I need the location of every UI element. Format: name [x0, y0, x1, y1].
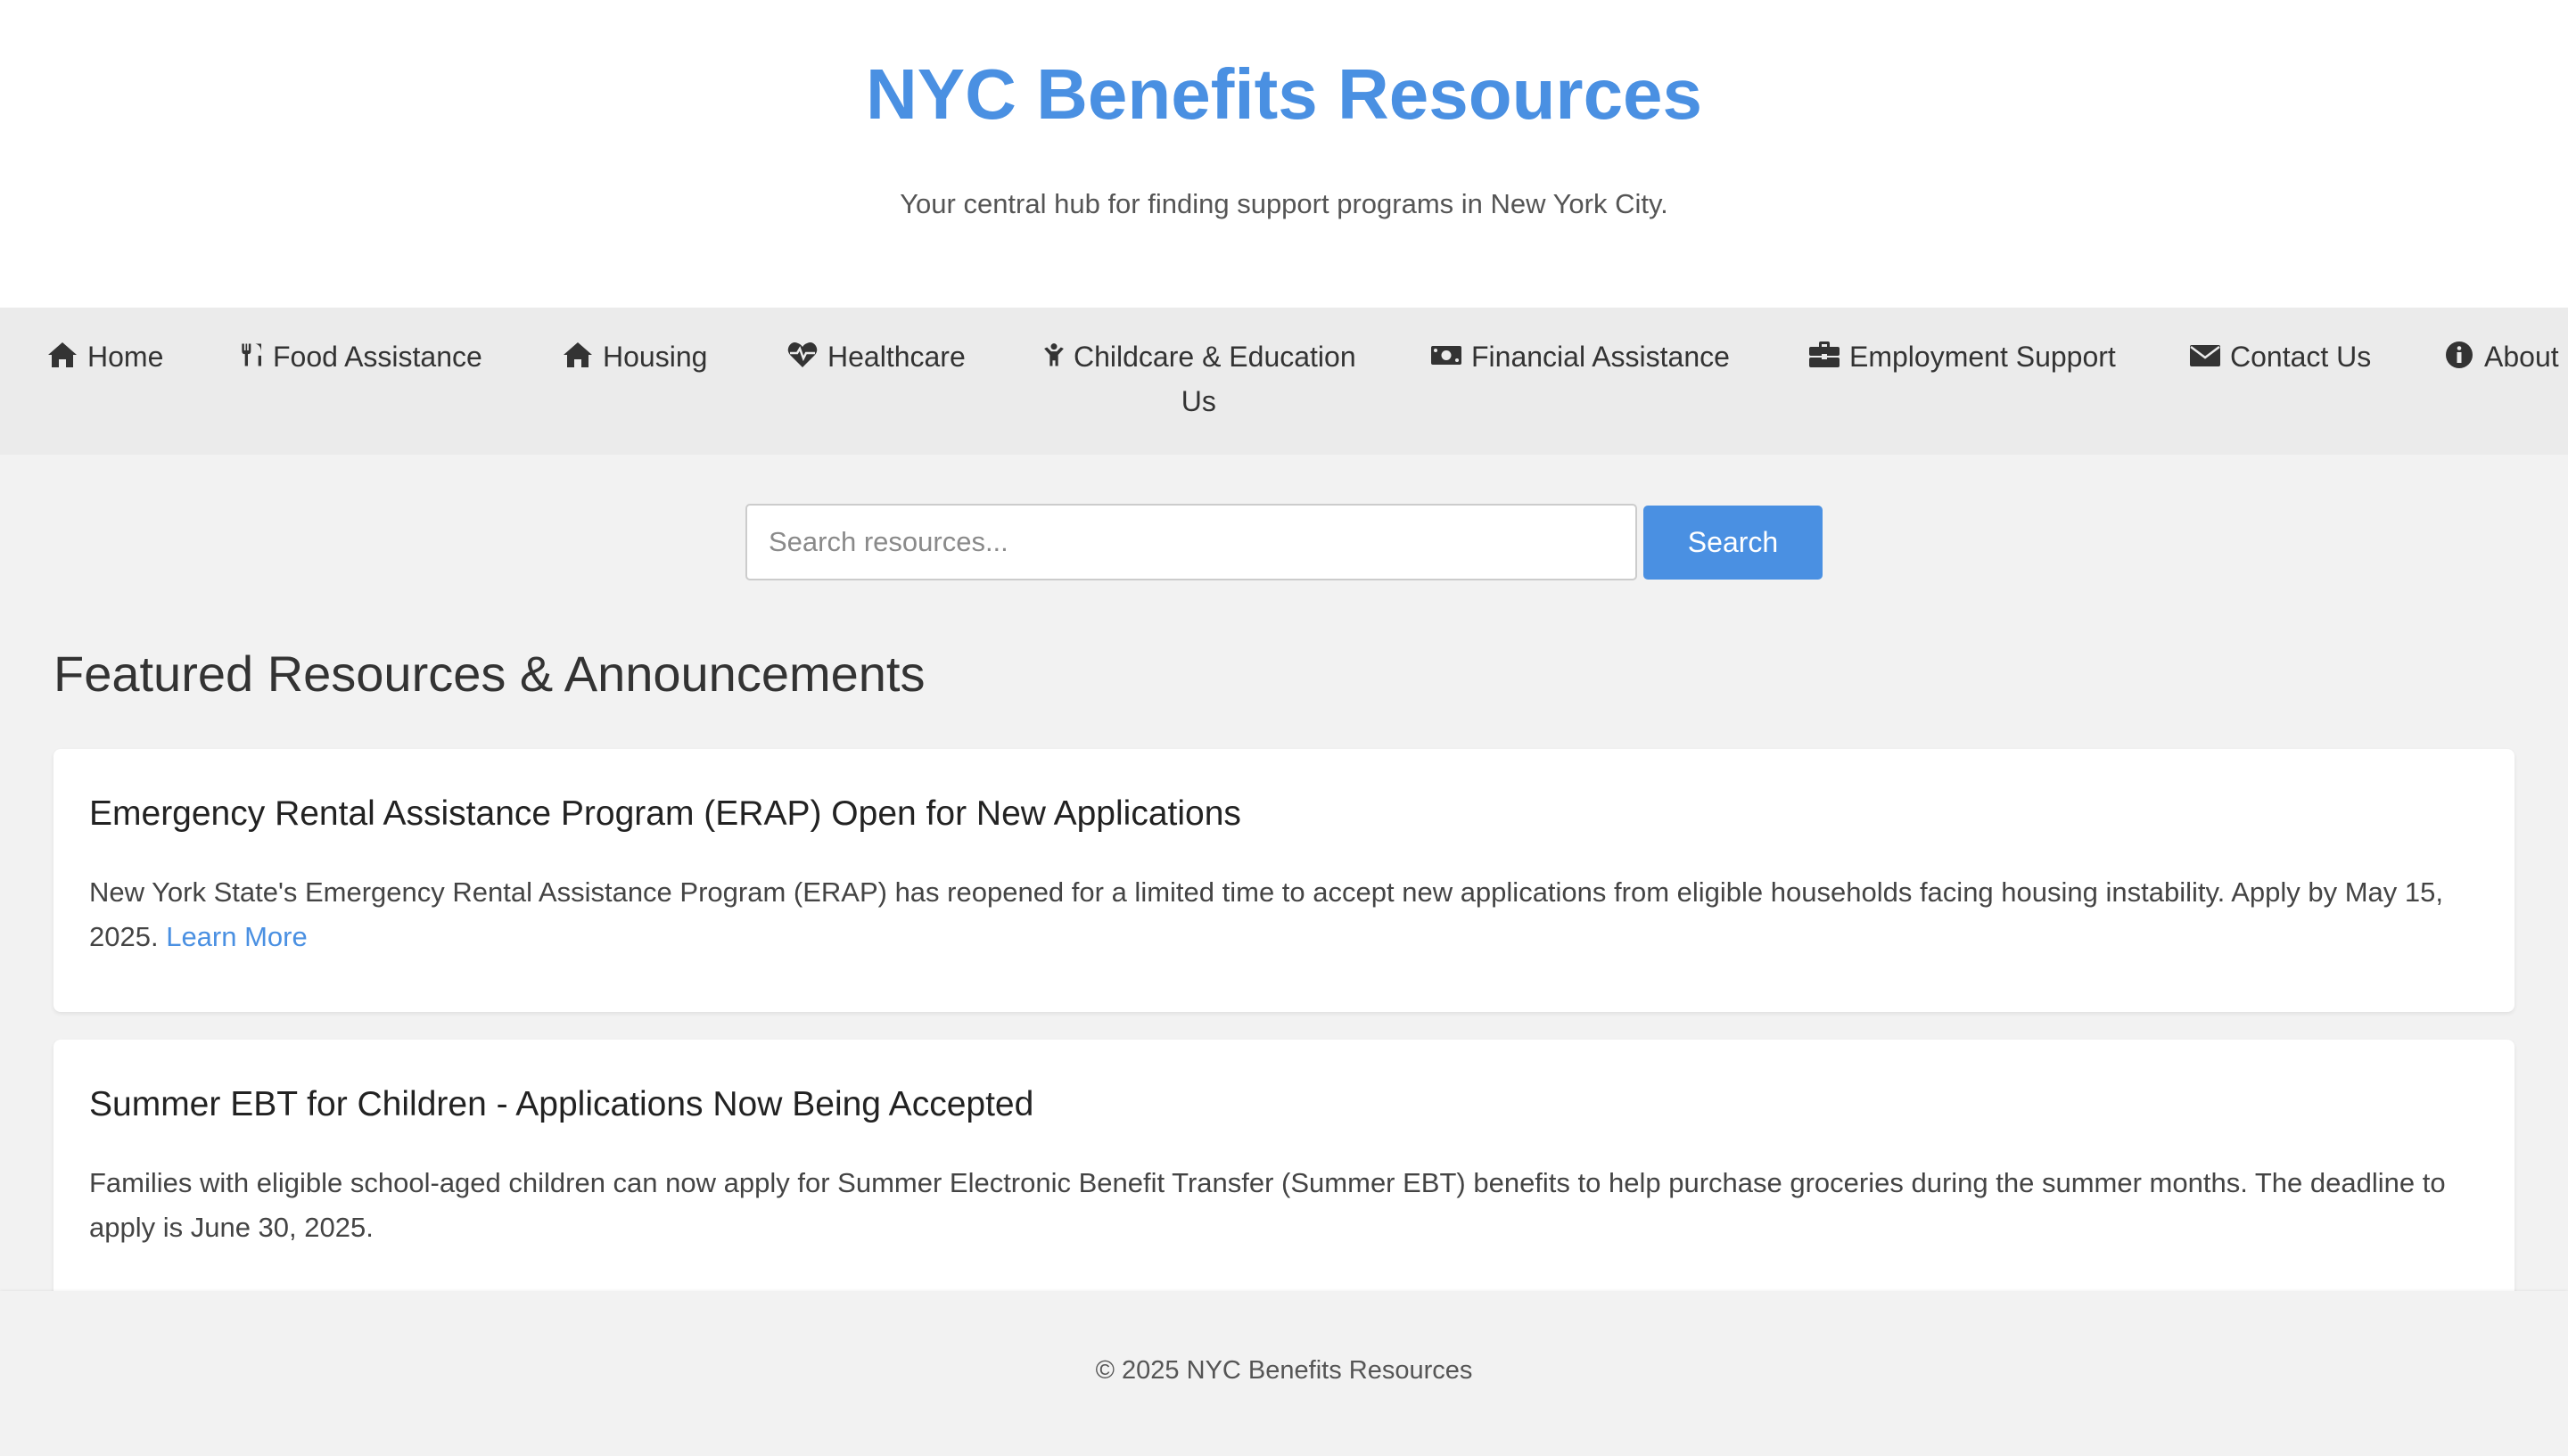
home-icon — [46, 340, 80, 370]
nav-item-label: Childcare & Education — [1074, 341, 1356, 373]
nav-item-housing[interactable]: Housing — [562, 334, 707, 379]
resource-card: Emergency Rental Assistance Program (ERA… — [54, 749, 2514, 1012]
site-header: NYC Benefits Resources Your central hub … — [0, 0, 2568, 308]
home-icon — [562, 340, 596, 370]
card-description: New York State's Emergency Rental Assist… — [89, 876, 2443, 952]
nav-item-label: Housing — [603, 341, 708, 373]
nav-item-label: Employment Support — [1849, 341, 2116, 373]
search-bar: Search — [0, 455, 2568, 611]
nav-item-label: Financial Assistance — [1471, 341, 1730, 373]
nav-item-healthcare[interactable]: Healthcare — [786, 334, 966, 379]
briefcase-icon — [1808, 340, 1842, 370]
nav-item-label: Contact Us — [2230, 341, 2372, 373]
card-title: Emergency Rental Assistance Program (ERA… — [89, 794, 1241, 833]
section-heading: Featured Resources & Announcements — [54, 646, 926, 702]
money-bill-icon — [1430, 340, 1464, 370]
main-nav: Home Food Assistance Housing Healthcare … — [0, 308, 2568, 455]
info-circle-icon — [2443, 340, 2477, 370]
search-input[interactable] — [745, 504, 1637, 580]
card-body: New York State's Emergency Rental Assist… — [89, 870, 2479, 959]
site-title: NYC Benefits Resources — [865, 54, 1703, 134]
nav-item-food-assistance[interactable]: Food Assistance — [239, 334, 482, 379]
site-tagline: Your central hub for finding support pro… — [900, 188, 1668, 219]
nav-item-label: Healthcare — [827, 341, 966, 373]
nav-item-label-continued: Us — [1181, 385, 1216, 417]
card-title: Summer EBT for Children - Applications N… — [89, 1085, 1034, 1123]
search-button[interactable]: Search — [1643, 506, 1823, 580]
utensils-icon — [239, 340, 266, 370]
nav-item-label: Food Assistance — [273, 341, 482, 373]
envelope-icon — [2189, 340, 2223, 370]
nav-item-employment-support[interactable]: Employment Support — [1808, 334, 2116, 379]
card-body: Families with eligible school-aged child… — [89, 1161, 2479, 1250]
nav-item-contact-us[interactable]: Contact Us — [2189, 334, 2371, 379]
heartbeat-icon — [786, 340, 820, 370]
nav-item-about[interactable]: About — [2443, 334, 2559, 379]
child-icon — [1041, 340, 1066, 370]
nav-item-label: About — [2484, 341, 2559, 373]
nav-item-financial-assistance[interactable]: Financial Assistance — [1430, 334, 1730, 379]
site-footer: © 2025 NYC Benefits Resources — [0, 1291, 2568, 1456]
nav-item-home[interactable]: Home — [46, 334, 163, 379]
nav-item-childcare-education[interactable]: Childcare & Education Us — [1041, 334, 1356, 424]
footer-copyright: © 2025 NYC Benefits Resources — [1095, 1356, 1473, 1385]
card-description: Families with eligible school-aged child… — [89, 1167, 2446, 1243]
nav-item-label: Home — [87, 341, 164, 373]
learn-more-link[interactable]: Learn More — [166, 921, 308, 952]
